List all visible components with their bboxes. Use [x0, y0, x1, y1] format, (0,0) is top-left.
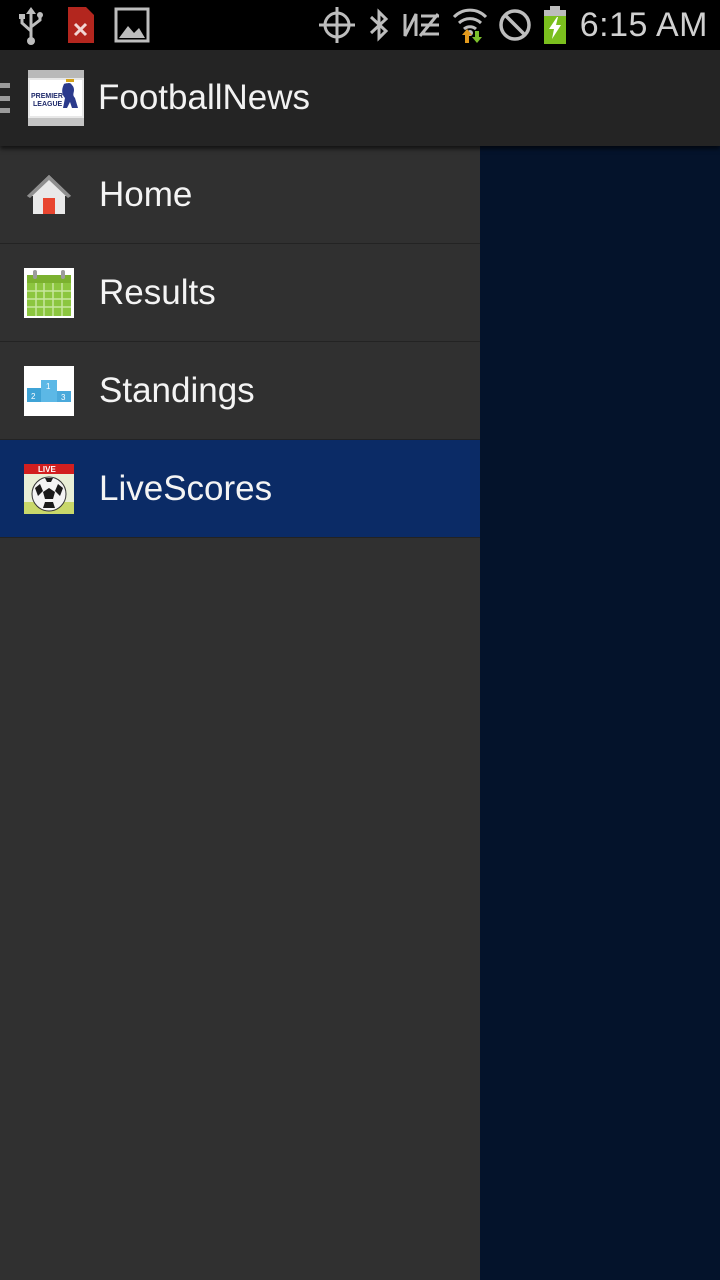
navigation-drawer: Home Results 1 2 3 Standings LIVE LiveSc… — [0, 146, 480, 1280]
app-title: FootballNews — [98, 78, 311, 117]
battery-charging-icon — [543, 6, 566, 44]
podium-icon: 1 2 3 — [24, 365, 74, 416]
drawer-item-label: Results — [99, 272, 216, 312]
drawer-item-results[interactable]: Results — [0, 244, 480, 342]
bluetooth-icon — [369, 8, 388, 42]
podium-number-1: 1 — [46, 382, 51, 391]
status-clock: 6:15 AM — [579, 5, 708, 44]
main-content-area[interactable] — [480, 146, 720, 1280]
action-bar[interactable]: PREMIER LEAGUE FootballNews — [0, 50, 720, 146]
screen: 6:15 AM PREMIER LEAGUE FootballNews Home… — [0, 0, 720, 1280]
drawer-item-standings[interactable]: 1 2 3 Standings — [0, 342, 480, 440]
nfc-icon — [403, 13, 439, 37]
gps-icon — [318, 7, 355, 43]
calendar-icon — [24, 267, 74, 318]
logo-text-1: PREMIER — [31, 93, 63, 100]
drawer-item-label: Home — [99, 174, 193, 214]
live-badge: LIVE — [38, 465, 56, 474]
premier-league-logo[interactable]: PREMIER LEAGUE — [28, 70, 84, 126]
blocked-icon — [499, 9, 531, 41]
podium-number-3: 3 — [61, 393, 66, 402]
status-bar: 6:15 AM — [0, 0, 720, 50]
wifi-icon — [452, 8, 487, 43]
drawer-item-livescores[interactable]: LIVE LiveScores — [0, 440, 480, 538]
drawer-item-label: Standings — [99, 370, 255, 410]
status-bar-right: 6:15 AM — [318, 0, 720, 50]
image-icon — [114, 7, 150, 43]
logo-text-2: LEAGUE — [33, 101, 63, 108]
drawer-item-home[interactable]: Home — [0, 146, 480, 244]
home-icon — [27, 174, 71, 214]
live-soccer-ball-icon: LIVE — [24, 463, 74, 514]
usb-icon — [19, 7, 43, 45]
drawer-indicator-icon[interactable] — [0, 83, 14, 113]
drawer-item-label: LiveScores — [99, 468, 273, 508]
status-bar-left — [0, 0, 150, 50]
sd-card-error-icon — [68, 7, 94, 43]
podium-number-2: 2 — [31, 392, 36, 401]
